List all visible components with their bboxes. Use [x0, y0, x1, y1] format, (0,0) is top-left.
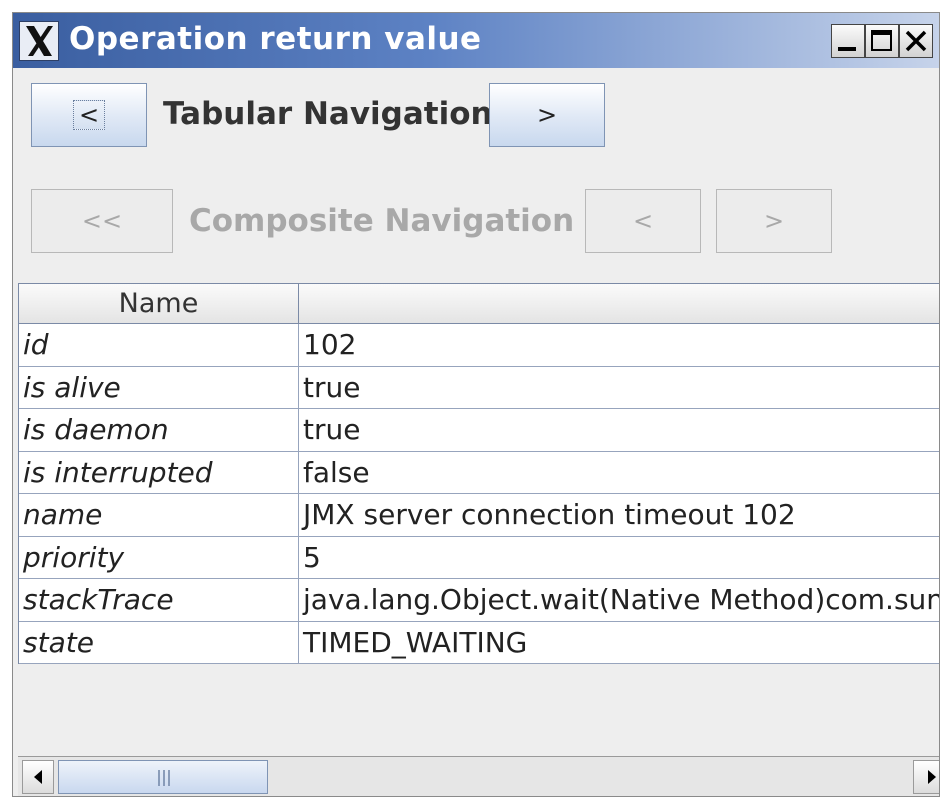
table-row[interactable]: is alive true	[19, 366, 939, 409]
row-value-cell[interactable]: java.lang.Object.wait(Native Method)com.…	[299, 579, 939, 622]
maximize-icon	[871, 30, 892, 51]
window-title: Operation return value	[69, 21, 482, 57]
composite-prev-label: <	[632, 207, 654, 235]
table-row[interactable]: stackTrace java.lang.Object.wait(Native …	[19, 579, 939, 622]
row-value-cell[interactable]: TIMED_WAITING	[299, 622, 939, 664]
row-value-cell[interactable]: true	[299, 409, 939, 452]
table-row[interactable]: name JMX server connection timeout 102	[19, 494, 939, 537]
grip-icon	[158, 770, 170, 786]
minimize-button[interactable]	[831, 24, 865, 58]
scroll-left-button[interactable]	[22, 760, 54, 794]
operation-return-value-window: Operation return value < Tabular Navigat…	[12, 12, 940, 797]
horizontal-scrollbar[interactable]	[18, 756, 939, 796]
composite-prev-button[interactable]: <	[585, 189, 701, 253]
composite-first-label: <<	[81, 207, 123, 235]
close-button[interactable]	[899, 24, 933, 58]
column-header-name[interactable]: Name	[19, 284, 299, 324]
close-icon	[905, 30, 927, 52]
row-value-cell[interactable]: true	[299, 367, 939, 409]
row-name-cell[interactable]: is interrupted	[19, 451, 299, 494]
row-value-cell[interactable]: JMX server connection timeout 102	[299, 494, 939, 537]
row-name-cell[interactable]: name	[19, 494, 299, 537]
tabular-navigation-label: Tabular Navigation	[163, 96, 493, 132]
row-name-cell[interactable]: priority	[19, 536, 299, 579]
x-app-icon[interactable]	[19, 21, 59, 61]
tabular-next-label: >	[536, 101, 558, 129]
table-row[interactable]: state TIMED_WAITING	[19, 621, 939, 664]
table-row[interactable]: is daemon true	[19, 409, 939, 452]
maximize-button[interactable]	[865, 24, 899, 58]
row-value-cell[interactable]: 102	[299, 324, 939, 367]
table-row[interactable]: priority 5	[19, 536, 939, 579]
composite-navigation-label: Composite Navigation	[189, 203, 575, 239]
tabular-next-button[interactable]: >	[489, 83, 605, 147]
row-name-cell[interactable]: is daemon	[19, 409, 299, 452]
tabular-prev-button[interactable]: <	[31, 83, 147, 147]
minimize-icon	[838, 47, 856, 51]
table-row[interactable]: id 102	[19, 324, 939, 367]
row-value-cell[interactable]: 5	[299, 537, 939, 579]
table-row[interactable]: is interrupted false	[19, 451, 939, 494]
row-name-cell[interactable]: id	[19, 324, 299, 367]
row-name-cell[interactable]: is alive	[19, 366, 299, 409]
arrow-left-icon	[34, 770, 42, 784]
table-header: Name	[19, 284, 939, 324]
column-header-value[interactable]	[299, 284, 939, 324]
row-value-cell[interactable]: false	[299, 452, 939, 494]
operation-result-table[interactable]: Name id 102 is alive true is daemon true…	[18, 283, 939, 664]
arrow-right-icon	[928, 770, 936, 784]
tabular-prev-label: <	[72, 100, 106, 130]
composite-next-button[interactable]: >	[716, 189, 832, 253]
title-bar[interactable]: Operation return value	[13, 13, 939, 68]
composite-first-button[interactable]: <<	[31, 189, 173, 253]
composite-next-label: >	[763, 207, 785, 235]
scrollbar-thumb[interactable]	[58, 760, 268, 794]
row-name-cell[interactable]: state	[19, 621, 299, 664]
scroll-right-button[interactable]	[913, 760, 939, 794]
row-name-cell[interactable]: stackTrace	[19, 579, 299, 622]
